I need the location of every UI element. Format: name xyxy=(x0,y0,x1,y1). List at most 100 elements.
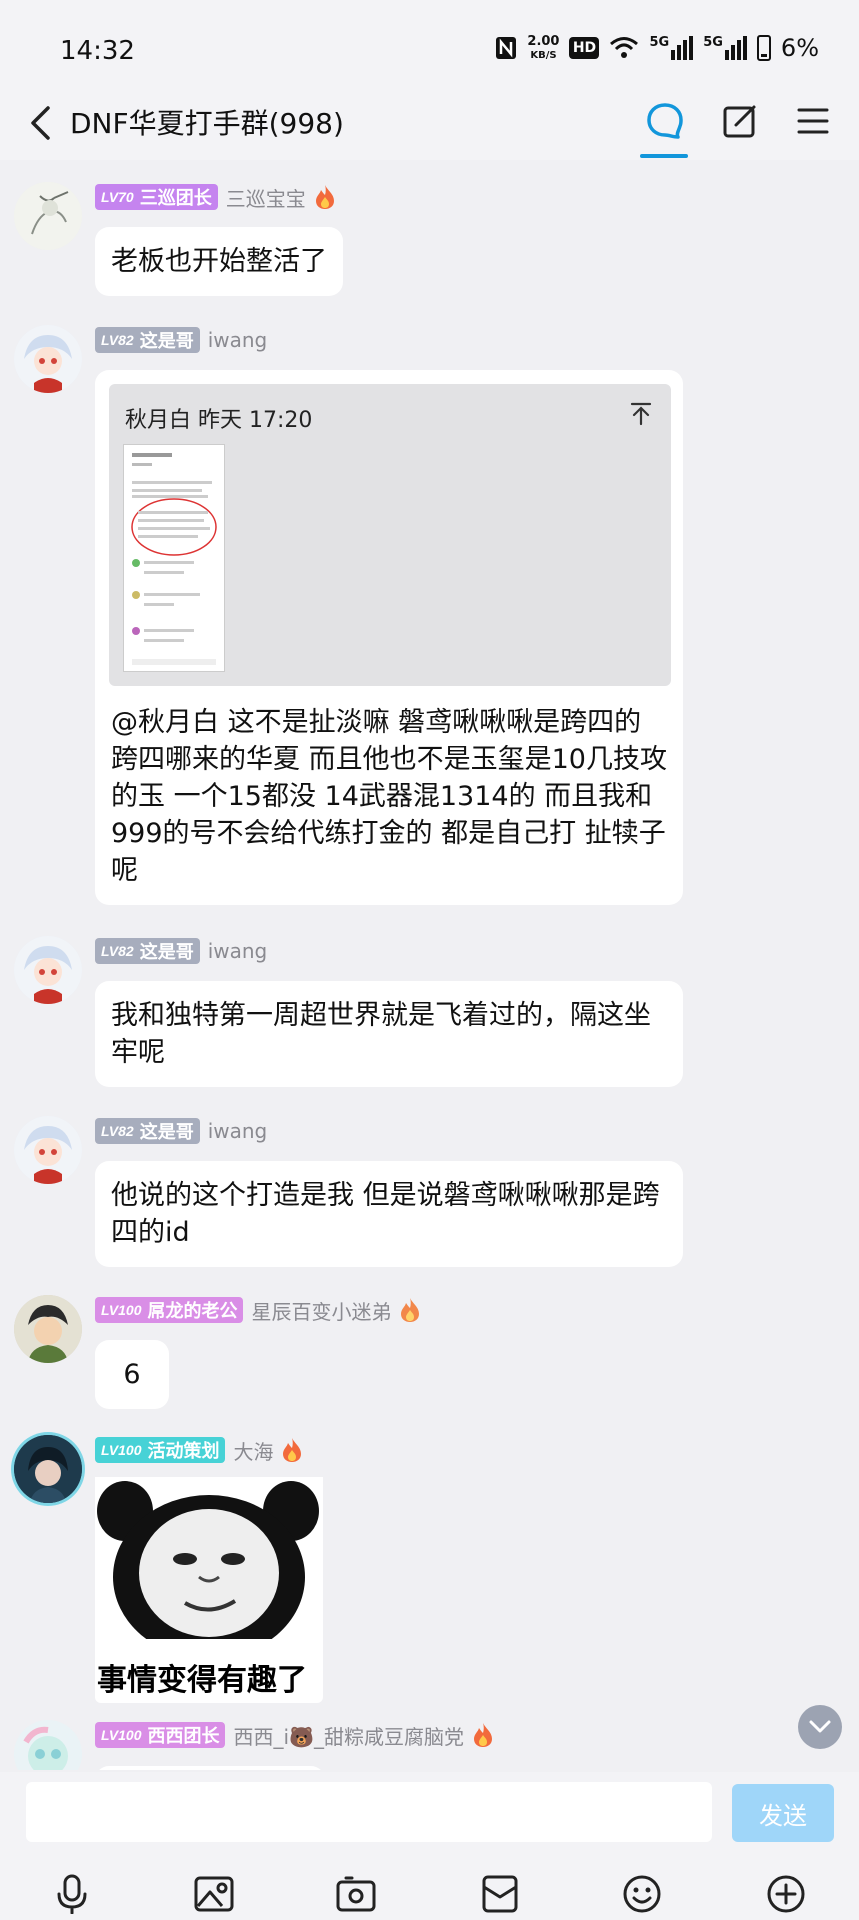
message-item: LV100 西西团长 西西_i🐻_甜粽咸豆腐脑党 xyxy=(0,1720,859,1770)
level-badge: LV100 西西团长 xyxy=(95,1722,226,1748)
battery-icon xyxy=(756,35,771,61)
edit-icon xyxy=(723,105,756,138)
level-label: LV82 xyxy=(101,332,134,348)
fire-icon xyxy=(283,1438,302,1462)
camera-button[interactable] xyxy=(334,1872,378,1916)
fire-icon xyxy=(315,185,334,209)
image-icon xyxy=(194,1876,234,1912)
sender-name[interactable]: iwang xyxy=(208,328,268,352)
sender-name[interactable]: iwang xyxy=(208,939,268,963)
chevron-left-icon xyxy=(31,106,50,140)
message-text: @秋月白 这不是扯淡嘛 磐鸢啾啾啾是跨四的跨四哪来的华夏 而且他也不是玉玺是10… xyxy=(111,707,667,886)
package-icon xyxy=(482,1875,518,1913)
sender-meta: LV100 西西团长 西西_i🐻_甜粽咸豆腐脑党 xyxy=(95,1720,494,1750)
quoted-screenshot-thumbnail[interactable] xyxy=(123,444,225,672)
red-packet-button[interactable] xyxy=(478,1872,522,1916)
sender-name[interactable]: 大海 xyxy=(233,1436,273,1465)
message-bubble[interactable]: 我和独特第一周超世界就是飞着过的，隔这坐牢呢 xyxy=(95,981,683,1087)
sender-name[interactable]: 三巡宝宝 xyxy=(226,183,306,212)
battery-level: 6% xyxy=(780,34,819,62)
status-bar: 14:32 2.00 KB/S HD 5G 5G 6% xyxy=(0,0,859,100)
sender-meta: LV82 这是哥 iwang xyxy=(95,325,267,355)
sticker-image[interactable]: 事情变得有趣了 xyxy=(95,1477,323,1703)
message-item: LV82 这是哥 iwang 秋月白 昨天 17:20 @秋月白 这不是扯淡嘛 … xyxy=(0,325,859,905)
avatar[interactable] xyxy=(14,182,82,250)
message-bubble[interactable] xyxy=(95,1766,325,1770)
quoted-message[interactable]: 秋月白 昨天 17:20 xyxy=(109,384,671,686)
message-item: LV82 这是哥 iwang 我和独特第一周超世界就是飞着过的，隔这坐牢呢 xyxy=(0,936,859,1087)
badge-title: 这是哥 xyxy=(139,1122,194,1142)
message-item: LV70 三巡团长 三巡宝宝 老板也开始整活了 xyxy=(0,182,859,302)
sender-meta: LV100 屌龙的老公 星辰百变小迷弟 xyxy=(95,1295,421,1325)
level-badge: LV100 活动策划 xyxy=(95,1437,226,1463)
avatar[interactable] xyxy=(14,1116,82,1184)
edit-button[interactable] xyxy=(715,96,765,146)
chat-header: DNF华夏打手群(998) xyxy=(0,90,859,160)
level-badge: LV82 这是哥 xyxy=(95,938,200,964)
net-speed: 2.00 KB/S xyxy=(527,35,559,62)
message-text: 老板也开始整活了 xyxy=(111,246,327,277)
signal-label: 5G xyxy=(703,35,723,50)
voice-button[interactable] xyxy=(50,1872,94,1916)
avatar[interactable] xyxy=(14,1295,82,1363)
level-label: LV82 xyxy=(101,1123,134,1139)
avatar[interactable] xyxy=(14,1720,82,1770)
status-indicators: 2.00 KB/S HD 5G 5G 6% xyxy=(495,34,819,62)
sender-name[interactable]: 西西_i🐻_甜粽咸豆腐脑党 xyxy=(233,1721,463,1750)
level-label: LV82 xyxy=(101,943,134,959)
badge-title: 三巡团长 xyxy=(139,188,212,208)
hd-icon: HD xyxy=(569,37,600,59)
message-bubble[interactable]: 他说的这个打造是我 但是说磐鸢啾啾啾那是跨四的id xyxy=(95,1161,683,1267)
jump-to-top-icon[interactable] xyxy=(627,400,655,428)
more-button[interactable] xyxy=(764,1872,808,1916)
message-bubble[interactable]: 老板也开始整活了 xyxy=(95,227,343,296)
level-label: LV70 xyxy=(101,189,134,205)
plus-circle-icon xyxy=(767,1875,805,1913)
sticker-caption: 事情变得有趣了 xyxy=(97,1663,307,1698)
badge-title: 屌龙的老公 xyxy=(147,1301,238,1321)
camera-icon xyxy=(336,1876,376,1912)
level-label: LV100 xyxy=(101,1727,142,1743)
sender-meta: LV82 这是哥 iwang xyxy=(95,936,267,966)
sender-name[interactable]: iwang xyxy=(208,1119,268,1143)
net-speed-value: 2.00 xyxy=(527,33,560,49)
menu-button[interactable] xyxy=(788,96,838,146)
level-badge: LV82 这是哥 xyxy=(95,1118,200,1144)
image-button[interactable] xyxy=(192,1872,236,1916)
message-bubble[interactable]: 6 xyxy=(95,1340,169,1409)
microphone-icon xyxy=(57,1874,87,1914)
quote-header: 秋月白 昨天 17:20 xyxy=(125,408,313,433)
avatar[interactable] xyxy=(14,936,82,1004)
send-button[interactable]: 发送 xyxy=(732,1784,834,1842)
menu-icon xyxy=(797,108,829,134)
emoji-button[interactable] xyxy=(620,1872,664,1916)
input-area: 发送 xyxy=(0,1772,859,1920)
sender-meta: LV100 活动策划 大海 xyxy=(95,1435,303,1465)
avatar[interactable] xyxy=(14,1435,82,1503)
signal-icon: 5G xyxy=(703,36,747,60)
status-time: 14:32 xyxy=(60,36,135,66)
fire-icon xyxy=(473,1723,492,1747)
level-label: LV100 xyxy=(101,1302,142,1318)
message-bubble[interactable]: 秋月白 昨天 17:20 @秋月白 这不是扯淡嘛 磐鸢啾啾啾是跨四的跨四哪来的华… xyxy=(95,370,683,905)
signal-label: 5G xyxy=(649,35,670,50)
level-badge: LV70 三巡团长 xyxy=(95,184,218,210)
fire-icon xyxy=(401,1298,420,1322)
net-speed-unit: KB/S xyxy=(530,49,557,61)
message-text: 6 xyxy=(123,1359,141,1390)
message-item: LV100 屌龙的老公 星辰百变小迷弟 6 xyxy=(0,1295,859,1415)
nfc-icon xyxy=(496,37,517,59)
message-input[interactable] xyxy=(26,1782,712,1842)
avatar[interactable] xyxy=(14,325,82,393)
back-button[interactable] xyxy=(20,98,60,148)
wifi-icon xyxy=(610,37,639,58)
level-label: LV100 xyxy=(101,1442,142,1458)
sender-name[interactable]: 星辰百变小迷弟 xyxy=(251,1296,391,1325)
sender-meta: LV70 三巡团长 三巡宝宝 xyxy=(95,182,336,212)
message-item: LV100 活动策划 大海 事情变得有趣了 xyxy=(0,1435,859,1703)
tab-chat[interactable] xyxy=(640,96,690,146)
emoji-icon xyxy=(623,1875,661,1913)
sender-meta: LV82 这是哥 iwang xyxy=(95,1116,267,1146)
message-list[interactable]: LV70 三巡团长 三巡宝宝 老板也开始整活了 LV82 这是哥 iwang 秋月白… xyxy=(0,165,859,1770)
scroll-to-bottom-button[interactable] xyxy=(798,1705,842,1749)
